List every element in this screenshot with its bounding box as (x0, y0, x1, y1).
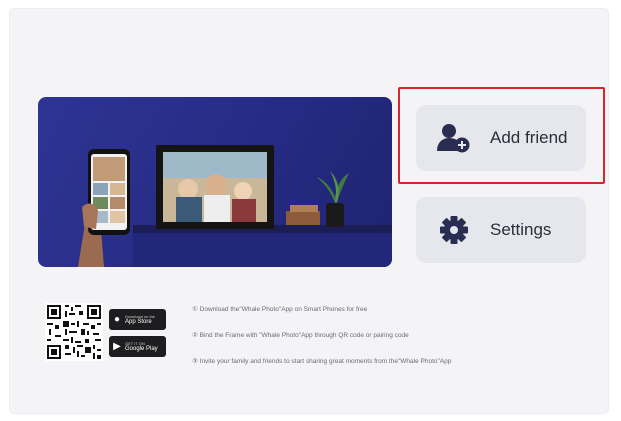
hero-illustration (78, 145, 392, 267)
qr-code (45, 303, 103, 361)
home-screen: Add friend Settings ● Download on the Ap… (10, 9, 608, 413)
qr-code-image (45, 303, 103, 361)
google-play-icon: ▶ (113, 340, 121, 352)
add-friend-label: Add friend (490, 128, 568, 147)
google-play-badge-label: Google Play (125, 346, 158, 352)
settings-label: Settings (490, 220, 552, 239)
instruction-step-1: ① Download the"Whale Photo"App on Smart … (192, 306, 368, 313)
app-store-badge[interactable]: ● Download on the App Store (109, 309, 166, 330)
apple-icon: ● (113, 313, 121, 325)
instruction-step-3: ③ Invite your family and friends to star… (192, 358, 452, 365)
app-store-badge-label: App Store (125, 319, 152, 325)
google-play-badge[interactable]: ▶ GET IT ON Google Play (109, 336, 166, 357)
gear-icon (434, 215, 474, 245)
add-person-icon (434, 123, 474, 153)
add-friend-button[interactable]: Add friend (416, 105, 586, 171)
instruction-step-2: ② Bind the Frame with "Whale Photo"App t… (192, 332, 409, 339)
settings-button[interactable]: Settings (416, 197, 586, 263)
hero-promo-image (38, 97, 392, 267)
